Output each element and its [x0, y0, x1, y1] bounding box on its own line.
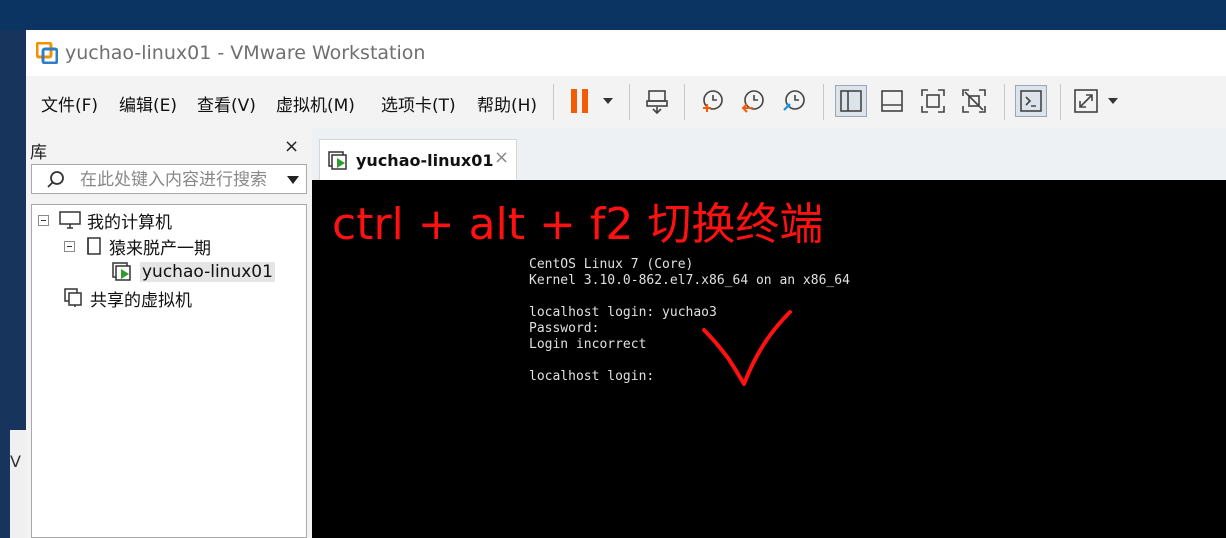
- vmware-logo-icon: [36, 42, 58, 64]
- snapshot-manager-icon[interactable]: [778, 85, 810, 117]
- annotation-text: ctrl + alt + f2 切换终端: [332, 199, 824, 250]
- close-library-icon[interactable]: ×: [284, 136, 299, 157]
- tree-label: 猿来脱产一期: [109, 238, 211, 259]
- close-tab-icon[interactable]: ×: [494, 147, 509, 168]
- toolbar-separator: [1060, 84, 1061, 120]
- pause-icon[interactable]: [564, 85, 596, 117]
- console-line: CentOS Linux 7 (Core): [529, 257, 694, 272]
- tree-label: 我的计算机: [87, 212, 172, 233]
- vm-running-icon: [112, 262, 134, 282]
- tab-yuchao-linux01[interactable]: yuchao-linux01 ×: [319, 139, 517, 180]
- library-panel: 库 × 我的计算机 猿来脱产一期: [26, 128, 312, 538]
- full-screen-icon[interactable]: [917, 85, 949, 117]
- vm-running-icon: [328, 151, 350, 175]
- menu-bar: 文件(F) 编辑(E) 查看(V) 虚拟机(M) 选项卡(T) 帮助(H): [26, 76, 1226, 128]
- vm-content-area: yuchao-linux01 × ctrl + alt + f2 切换终端 Ce…: [312, 128, 1226, 538]
- search-input[interactable]: [78, 168, 282, 192]
- title-bar: yuchao-linux01 - VMware Workstation: [26, 30, 1226, 76]
- tab-strip: yuchao-linux01 ×: [312, 128, 1226, 180]
- tree-node-my-computer[interactable]: 我的计算机: [38, 208, 172, 233]
- desktop-background: [0, 0, 1226, 30]
- menu-vm[interactable]: 虚拟机(M): [276, 91, 355, 116]
- search-icon: [47, 171, 64, 188]
- background-window-text: V: [10, 452, 21, 471]
- vm-console[interactable]: ctrl + alt + f2 切换终端 CentOS Linux 7 (Cor…: [312, 180, 1226, 538]
- collapse-icon[interactable]: [38, 214, 49, 226]
- console-view-icon[interactable]: [1015, 85, 1047, 117]
- search-dropdown-chevron-icon[interactable]: [287, 176, 299, 184]
- library-search: [31, 164, 307, 194]
- pause-dropdown-chevron-icon[interactable]: [603, 98, 613, 104]
- folder-icon: [85, 236, 103, 256]
- tree-label: 共享的虚拟机: [90, 290, 192, 311]
- red-checkmark-icon: [702, 310, 792, 386]
- background-window-peek: [10, 430, 26, 538]
- menu-help[interactable]: 帮助(H): [477, 91, 537, 116]
- toolbar-separator: [629, 84, 630, 120]
- window-title: yuchao-linux01 - VMware Workstation: [65, 42, 426, 64]
- library-title: 库: [30, 143, 47, 163]
- snapshot-icon[interactable]: [696, 85, 728, 117]
- shared-vms-icon: [64, 288, 84, 308]
- tree-node-shared-vms[interactable]: 共享的虚拟机: [64, 286, 192, 311]
- revert-snapshot-icon[interactable]: [737, 85, 769, 117]
- stretch-dropdown-chevron-icon[interactable]: [1108, 98, 1118, 104]
- menu-tabs[interactable]: 选项卡(T): [381, 91, 456, 116]
- unity-icon[interactable]: [958, 85, 990, 117]
- toolbar-separator: [684, 84, 685, 120]
- vmware-window: yuchao-linux01 - VMware Workstation 文件(F…: [26, 30, 1226, 538]
- computer-icon: [59, 210, 81, 230]
- library-tree: 我的计算机 猿来脱产一期 yuchao-linux01 共享的虚拟机: [31, 204, 307, 538]
- toolbar-separator: [823, 84, 824, 120]
- menu-file[interactable]: 文件(F): [41, 91, 98, 116]
- collapse-icon[interactable]: [64, 240, 75, 252]
- console-line: localhost login: yuchao3: [529, 305, 717, 320]
- menu-view[interactable]: 查看(V): [197, 91, 256, 116]
- console-line: localhost login:: [529, 369, 655, 384]
- tree-node-folder[interactable]: 猿来脱产一期: [64, 234, 211, 259]
- console-line: Kernel 3.10.0-862.el7.x86_64 on an x86_6…: [529, 273, 850, 288]
- console-line: Password:: [529, 321, 600, 336]
- tree-label: yuchao-linux01: [140, 262, 275, 282]
- send-ctrl-alt-del-icon[interactable]: [641, 85, 673, 117]
- toolbar-separator: [553, 84, 554, 120]
- show-library-icon[interactable]: [835, 85, 867, 117]
- thumbnail-bar-icon[interactable]: [876, 85, 908, 117]
- menu-edit[interactable]: 编辑(E): [119, 91, 177, 116]
- stretch-guest-icon[interactable]: [1070, 85, 1102, 117]
- console-line: Login incorrect: [529, 337, 647, 352]
- toolbar-separator: [1004, 84, 1005, 120]
- tree-node-vm[interactable]: yuchao-linux01: [112, 260, 275, 284]
- tab-label: yuchao-linux01: [356, 151, 494, 170]
